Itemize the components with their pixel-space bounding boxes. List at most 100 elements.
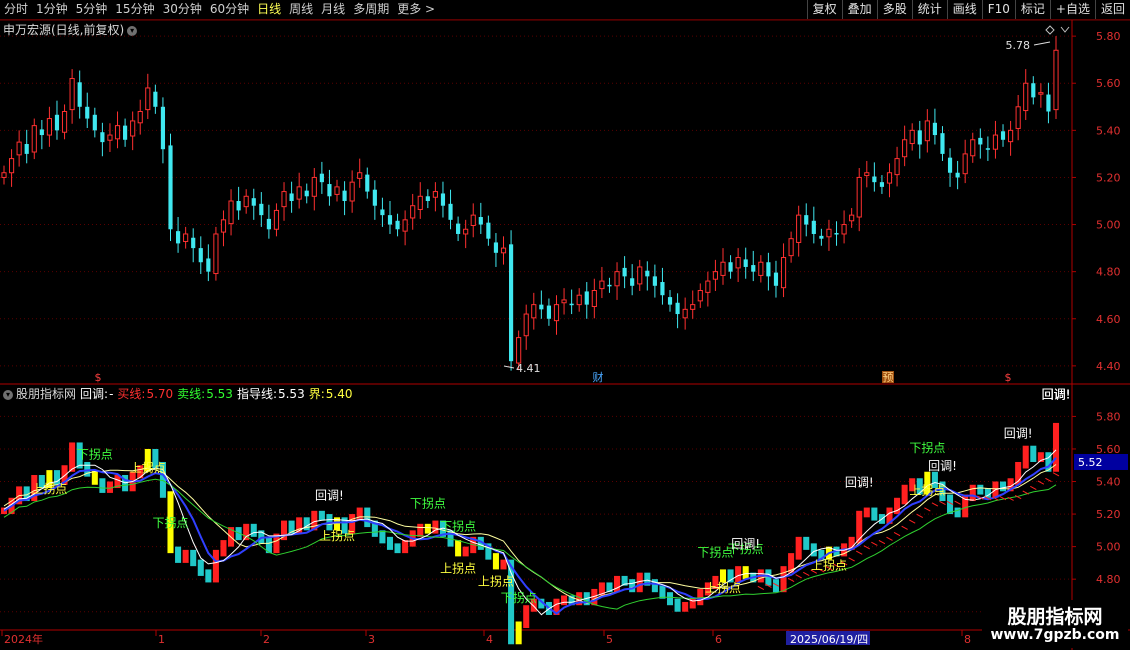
candle-body-up — [183, 233, 189, 243]
event-marker-3: $ — [1005, 371, 1012, 384]
candle-body-down — [508, 244, 514, 362]
y-tick-label-main: 4.80 — [1096, 266, 1121, 279]
indicator-bar — [780, 566, 787, 593]
trend-hatch — [893, 531, 901, 537]
indicator-bar — [175, 546, 182, 563]
indicator-bar — [614, 575, 621, 593]
candle-body-down — [77, 82, 82, 107]
indicator-bar — [742, 566, 749, 580]
indicator-bar — [523, 605, 530, 628]
y-tick-label-main: 4.60 — [1096, 313, 1121, 326]
trend-hatch — [795, 574, 802, 579]
y-tick-label-main: 5.40 — [1096, 124, 1121, 137]
candle-body-down — [486, 222, 491, 239]
candle-body-down — [372, 189, 377, 206]
signal-annotation-15: 上拐点 — [811, 557, 847, 572]
candle-body-down — [804, 215, 809, 225]
candle-body-down — [327, 184, 332, 197]
candle-body-up — [334, 186, 340, 195]
candle-body-down — [584, 291, 589, 305]
signal-annotation-20: 回调! — [1004, 427, 1033, 441]
x-tick-label-7: 2025/06/19/四 — [790, 633, 868, 646]
x-tick-label-1: 1 — [158, 633, 165, 646]
signal-annotation-3: 下拐点 — [152, 515, 188, 530]
signal-annotation-19: 回调! — [928, 459, 957, 473]
candle-body-up — [349, 181, 355, 202]
candle-body-down — [932, 122, 937, 136]
trend-hatch — [931, 502, 939, 507]
candle-body-up — [130, 120, 136, 137]
y-tick-label-main: 4.40 — [1096, 360, 1121, 373]
candle-body-up — [46, 118, 52, 136]
candle-body-down — [947, 157, 953, 173]
candle-body-down — [834, 233, 839, 235]
candle-body-down — [1046, 94, 1051, 112]
candle-body-up — [243, 195, 249, 208]
candle-body-down — [493, 242, 499, 253]
indicator-bar — [318, 510, 325, 521]
candle-body-down — [985, 148, 990, 150]
y-tick-label-main: 5.60 — [1096, 77, 1121, 90]
candle-body-up — [417, 195, 423, 210]
candle-body-down — [728, 262, 733, 272]
signal-annotation-13: 上拐点 — [705, 580, 741, 595]
indicator-bar — [999, 481, 1007, 492]
candle-body-up — [296, 186, 302, 200]
candle-body-up — [705, 280, 711, 293]
price-chart[interactable]: 4.404.604.805.005.205.405.605.804.604.80… — [0, 0, 1130, 650]
candle-body-up — [273, 209, 280, 230]
candle-body-up — [735, 257, 741, 269]
indicator-bar — [197, 559, 204, 576]
indicator-bar — [69, 442, 76, 472]
indicator-bar — [682, 601, 689, 612]
y-tick-label-indicator: 5.80 — [1096, 410, 1121, 423]
candle-body-up — [561, 299, 567, 304]
indicator-bar — [674, 598, 681, 612]
x-tick-label-6: 6 — [715, 633, 722, 646]
candle-body-up — [796, 214, 802, 243]
candle-body-down — [304, 190, 309, 197]
candle-body-down — [978, 137, 983, 145]
signal-annotation-18: 上拐点 — [909, 483, 945, 498]
candle-body-down — [811, 220, 816, 234]
signal-annotation-17: 下拐点 — [909, 440, 945, 455]
candle-body-up — [591, 290, 597, 308]
candle-body-down — [645, 270, 650, 277]
candle-body-down — [92, 114, 97, 131]
candle-body-down — [940, 133, 945, 154]
signal-annotation-1: 下拐点 — [77, 447, 113, 462]
candle-body-down — [198, 248, 203, 263]
candle-body-down — [622, 267, 627, 277]
candle-body-up — [599, 280, 605, 290]
candle-body-down — [667, 297, 673, 305]
trend-hatch — [803, 571, 810, 577]
candle-body-up — [107, 134, 113, 141]
candle-body-up — [690, 304, 696, 310]
candle-body-down — [100, 132, 105, 143]
candle-body-down — [819, 235, 824, 239]
trend-hatch — [954, 500, 961, 505]
candle-body-up — [69, 78, 75, 111]
x-tick-label-0: 2024年 — [4, 632, 43, 646]
candle-body-up — [61, 111, 68, 133]
trend-hatch — [848, 557, 855, 562]
signal-annotation-14: 回调! — [731, 537, 760, 551]
indicator-bar — [1052, 422, 1060, 472]
candle-body-down — [395, 220, 400, 230]
trend-hatch — [1052, 472, 1060, 477]
indicator-bar — [492, 553, 499, 570]
candle-body-down — [206, 258, 211, 272]
candle-body-up — [576, 294, 582, 306]
indicator-bar — [795, 536, 802, 560]
candle-body-up — [849, 214, 855, 222]
high-arrow — [1033, 41, 1051, 46]
candle-body-up — [720, 261, 726, 276]
candle-body-up — [137, 111, 143, 124]
candle-body-up — [402, 219, 408, 232]
candle-body-up — [1038, 92, 1044, 95]
candle-body-down — [652, 276, 657, 286]
event-marker-1: 财 — [593, 370, 604, 384]
candle-body-down — [251, 198, 256, 206]
candle-body-down — [266, 218, 271, 230]
signal-annotation-16: 回调! — [845, 475, 874, 489]
